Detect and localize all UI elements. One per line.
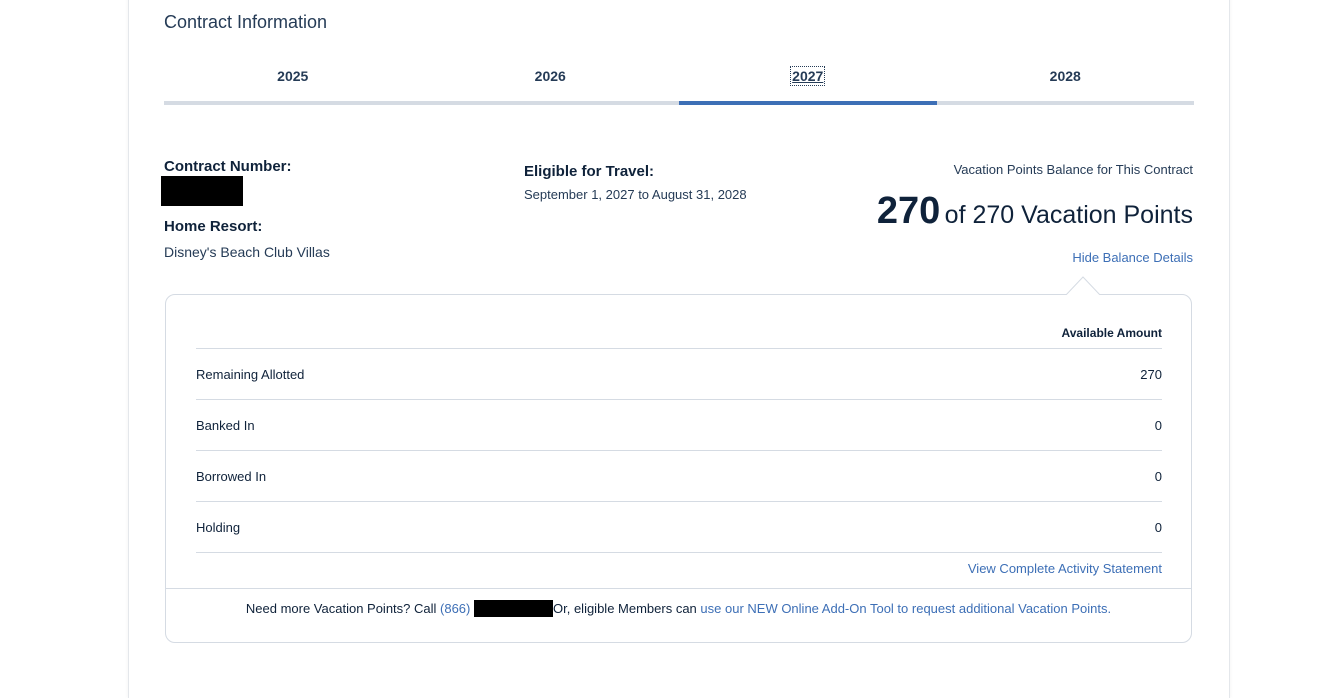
panel-pointer [1065, 276, 1101, 296]
redacted-phone [474, 600, 553, 617]
redacted-contract-number [161, 176, 243, 206]
addon-tool-link[interactable]: use our NEW Online Add-On Tool to reques… [700, 601, 1111, 616]
view-activity-statement-link[interactable]: View Complete Activity Statement [968, 561, 1162, 576]
row-value: 0 [1154, 468, 1162, 484]
tab-label: 2026 [534, 68, 566, 84]
tab-2025[interactable]: 2025 [164, 62, 422, 105]
footer-middle: Or, eligible Members can [553, 601, 701, 616]
table-row: Holding 0 [196, 501, 1162, 552]
tab-2026[interactable]: 2026 [421, 62, 679, 105]
eligible-dates: September 1, 2027 to August 31, 2028 [524, 187, 747, 202]
available-amount-header: Available Amount [1061, 326, 1162, 340]
row-label: Borrowed In [196, 468, 267, 484]
footer-prefix: Need more Vacation Points? Call [245, 601, 441, 616]
hide-balance-details-link[interactable]: Hide Balance Details [1072, 250, 1193, 265]
tab-label: 2025 [277, 68, 309, 84]
phone-link[interactable]: (866) [440, 601, 470, 616]
footer-message: Need more Vacation Points? Call (866) Or… [166, 600, 1191, 617]
row-label: Banked In [196, 417, 255, 433]
tab-2027[interactable]: 2027 [679, 62, 937, 105]
table-row: Remaining Allotted 270 [196, 348, 1162, 399]
balance-title: Vacation Points Balance for This Contrac… [953, 162, 1193, 177]
points-total: of 270 Vacation Points [944, 201, 1193, 229]
table-row: Borrowed In 0 [196, 450, 1162, 501]
row-value: 270 [1140, 366, 1162, 382]
eligible-label: Eligible for Travel: [524, 163, 655, 180]
row-divider [196, 552, 1162, 553]
points-balance: 270 of 270 Vacation Points [877, 190, 1193, 233]
row-value: 0 [1154, 417, 1162, 433]
section-title: Contract Information [164, 12, 328, 32]
tab-label: 2028 [1049, 68, 1081, 84]
tab-label: 2027 [790, 66, 826, 86]
row-label: Remaining Allotted [196, 366, 305, 382]
row-value: 0 [1154, 519, 1162, 535]
table-row: Banked In 0 [196, 399, 1162, 450]
points-current: 270 [876, 190, 941, 232]
tab-2028[interactable]: 2028 [936, 62, 1194, 105]
contract-number-label: Contract Number: [164, 158, 292, 175]
home-resort-label: Home Resort: [164, 218, 263, 235]
row-label: Holding [196, 519, 241, 535]
year-tabs: 2025 2026 2027 2028 [164, 62, 1194, 105]
footer-divider [166, 588, 1191, 589]
home-resort-value: Disney's Beach Club Villas [164, 244, 330, 260]
